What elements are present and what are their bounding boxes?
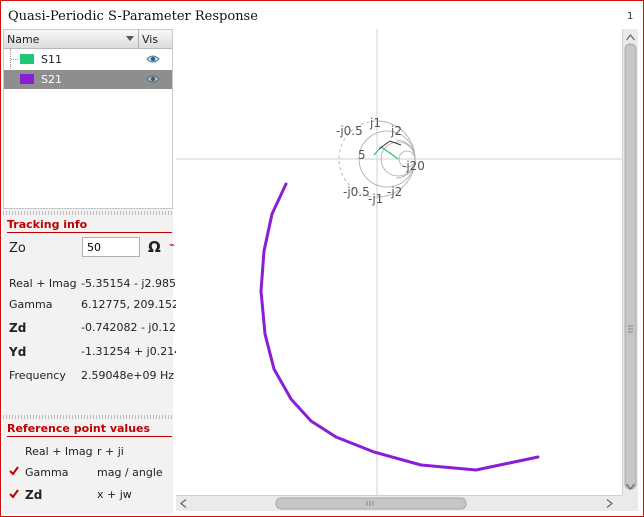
column-divider[interactable]: [138, 30, 139, 48]
horizontal-scroll-graphic: [180, 497, 613, 510]
real-imag-value: -5.35154 - j2.985: [81, 277, 176, 290]
ref-zd-label: Zd: [25, 488, 43, 502]
zd-label: Zd: [9, 321, 27, 335]
ref-zd-value: x + jw: [97, 488, 132, 501]
tree-connector: [11, 59, 18, 60]
divider: [7, 232, 172, 233]
trace-label-s11: S11: [41, 53, 62, 66]
ref-real-imag-value: r + ji: [97, 445, 124, 458]
s21-color-swatch: [20, 74, 34, 84]
smith-chart-plot[interactable]: j1 -j0.5 j2 -j20 -j0.5 -j1 -j2 5: [176, 29, 622, 495]
title-bar: Quasi-Periodic S-Parameter Response 1: [1, 1, 643, 28]
yd-label: Yd: [9, 345, 27, 359]
trace-label-s21: S21: [41, 73, 62, 86]
tree-row-s11[interactable]: S11: [4, 50, 172, 69]
column-name-header[interactable]: Name: [7, 33, 39, 46]
zd-check-icon[interactable]: [9, 489, 19, 499]
visibility-eye-icon[interactable]: [146, 54, 160, 64]
sort-arrow-icon[interactable]: [126, 36, 134, 41]
horizontal-scrollbar[interactable]: [176, 495, 622, 511]
ref-gamma-label: Gamma: [25, 466, 69, 479]
real-imag-label: Real + Imag: [9, 277, 77, 290]
gamma-check-icon[interactable]: [9, 466, 19, 476]
tracking-info-title: Tracking info: [7, 218, 88, 231]
smith-labels: j1 -j0.5 j2 -j20 -j0.5 -j1 -j2 5: [336, 116, 425, 206]
app-window: Quasi-Periodic S-Parameter Response 1 Na…: [0, 0, 644, 517]
scroll-corner: [622, 495, 638, 511]
column-vis-header[interactable]: Vis: [142, 33, 158, 46]
splitter-handle[interactable]: [3, 415, 173, 419]
zo-input[interactable]: [82, 237, 140, 257]
gamma-value: 6.12775, 209.152: [81, 298, 179, 311]
s11-color-swatch: [20, 54, 34, 64]
label-j1: j1: [369, 116, 381, 130]
vertical-scroll-graphic: [624, 34, 637, 490]
label-j0.5: -j0.5: [336, 124, 363, 138]
yd-value: -1.31254 + j0.214: [81, 345, 182, 358]
gamma-label: Gamma: [9, 298, 53, 311]
vertical-scrollbar[interactable]: [622, 29, 638, 495]
label-neg-j1: -j1: [368, 192, 383, 206]
window-number: 1: [627, 11, 634, 22]
ref-gamma-value: mag / angle: [97, 466, 163, 479]
label-neg-j2: -j2: [387, 185, 402, 199]
units-marker-icon: ⌁: [169, 240, 176, 251]
splitter-handle[interactable]: [3, 211, 173, 215]
ref-real-imag-label: Real + Imag: [25, 445, 93, 458]
window-title: Quasi-Periodic S-Parameter Response: [8, 9, 258, 24]
label-j20: -j20: [402, 159, 425, 173]
s21-trace[interactable]: [259, 182, 540, 472]
label-j2: j2: [390, 124, 402, 138]
trace-tree: Name Vis S11 S21: [3, 29, 173, 209]
visibility-eye-icon[interactable]: [146, 74, 160, 84]
tree-row-s21[interactable]: S21: [4, 70, 172, 89]
smith-chart-canvas: j1 -j0.5 j2 -j20 -j0.5 -j1 -j2 5: [176, 29, 622, 495]
zo-label: Zo: [9, 241, 26, 256]
zd-value: -0.742082 - j0.12: [81, 321, 176, 334]
label-five: 5: [358, 148, 366, 162]
frequency-value: 2.59048e+09 Hz: [81, 369, 175, 382]
s11-trace: [373, 146, 399, 160]
tree-header: Name Vis: [4, 30, 172, 49]
label-neg-j0.5: -j0.5: [343, 185, 370, 199]
left-panel: Name Vis S11 S21 Tracking info Zo 50 Ω ⌁…: [3, 29, 181, 514]
reference-values-title: Reference point values: [7, 422, 151, 435]
divider: [7, 436, 172, 437]
frequency-label: Frequency: [9, 369, 66, 382]
tree-connector: [11, 79, 18, 80]
ohm-symbol: Ω: [148, 238, 161, 256]
